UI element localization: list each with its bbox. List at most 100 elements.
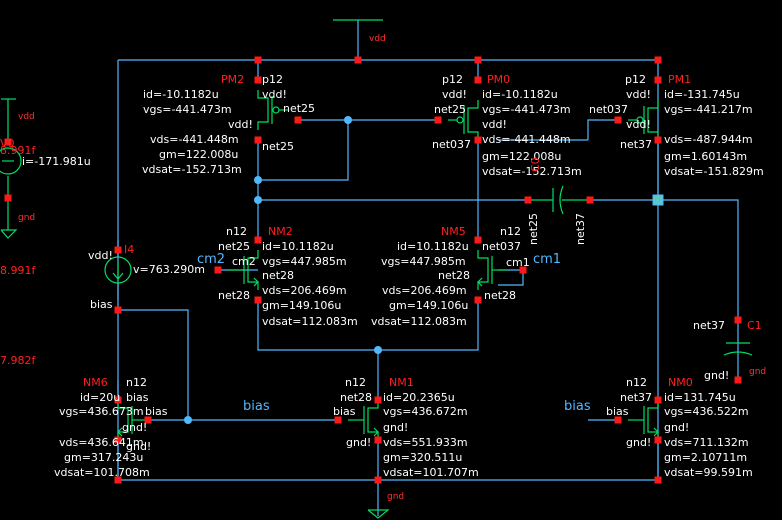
pin <box>374 436 382 444</box>
left-gnd-symbol <box>0 229 18 239</box>
selected-junction <box>652 194 664 206</box>
nm6-bulk-pin: gnd! <box>122 421 148 434</box>
pm1-bulk-model: p12 <box>625 73 646 86</box>
nm1-gm: gm=320.511u <box>383 451 463 464</box>
net-label-cm2[interactable]: cm2 <box>197 253 225 266</box>
nm5-vds: vds=206.469m <box>382 284 467 297</box>
c0-left-net: net25 <box>527 212 540 245</box>
pin <box>254 236 262 244</box>
pm1-gate-net: net037 <box>589 103 629 116</box>
left-value-2: 8.991f <box>0 264 36 277</box>
left-vdd-label: vdd <box>18 112 35 122</box>
pm0-source-net: vdd! <box>482 118 507 131</box>
nm1-source-pin: gnd! <box>346 436 372 449</box>
nm5-vdsat: vdsat=112.083m <box>371 315 467 328</box>
pm1-vgs: vgs=-441.217m <box>664 103 753 116</box>
nm6-vdsat: vdsat=101.708m <box>54 466 150 479</box>
nm5-gate-net: cm1 <box>506 256 530 269</box>
nm0-id: id=131.745u <box>664 391 736 404</box>
nm5-bulk-model: n12 <box>500 225 521 238</box>
pm2-vds: vds=-441.448m <box>150 133 239 146</box>
net-label-bias-mid[interactable]: bias <box>243 400 270 413</box>
nm5-gm: gm=149.106u <box>389 299 469 312</box>
nm0-drain-net: net37 <box>620 391 653 404</box>
pm1-gm: gm=1.60143m <box>664 150 748 163</box>
nm6-instance-name: NM6 <box>83 376 108 389</box>
nm0-vgs: vgs=436.522m <box>664 405 749 418</box>
nm2-id: id=10.1182u <box>262 240 334 253</box>
pin <box>214 266 222 274</box>
schematic-canvas[interactable]: vdd V0 8.991f i=-171.981u gnd 8.991f 7.9… <box>0 0 782 520</box>
nm1-vgs: vgs=436.672m <box>383 405 468 418</box>
nm5-bulk-net: net28 <box>438 269 471 282</box>
nm6-bulk-model: n12 <box>126 376 147 389</box>
vdd-label: vdd <box>369 34 386 44</box>
pm1-bulk-pin: vdd! <box>626 88 651 101</box>
c0-right-net: net37 <box>574 212 587 245</box>
pm0-vgs: vgs=-441.473m <box>482 103 571 116</box>
pin <box>614 116 622 124</box>
pm0-bubble <box>456 116 464 124</box>
pm0-id: id=-10.1182u <box>482 88 558 101</box>
pm0-channel <box>467 100 479 140</box>
pm1-drain-net: net37 <box>620 138 653 151</box>
nm6-drain-net: bias <box>126 391 149 404</box>
c1-top-net: net37 <box>693 319 726 332</box>
pin <box>434 116 442 124</box>
net-label-cm1[interactable]: cm1 <box>533 253 561 266</box>
pm1-source-net: vdd! <box>626 118 651 131</box>
nm0-vds: vds=711.132m <box>664 436 749 449</box>
pin <box>114 306 122 314</box>
pm1-id: id=-131.745u <box>664 88 740 101</box>
nm6-id: id=20u <box>80 391 121 404</box>
nm2-instance-name: NM2 <box>268 225 293 238</box>
nm5-drain-net: net037 <box>482 240 522 253</box>
nm2-gm: gm=149.106u <box>262 299 342 312</box>
left-pin-bottom <box>4 194 12 202</box>
pm0-instance-name: PM0 <box>487 73 511 86</box>
pin <box>474 236 482 244</box>
pm2-vgs: vgs=-441.473m <box>143 103 232 116</box>
nm6-gm: gm=317.243u <box>64 451 144 464</box>
pm1-vdsat: vdsat=-151.829m <box>664 165 764 178</box>
junction-dot <box>344 116 352 124</box>
c0-instance-name: C0 <box>529 157 542 172</box>
nm1-instance-name: NM1 <box>389 376 414 389</box>
pin <box>474 56 482 64</box>
pin <box>294 116 302 124</box>
pin <box>654 476 662 484</box>
pm2-vdsat: vdsat=-152.713m <box>142 163 242 176</box>
nm5-vgs: vgs=447.985m <box>381 255 466 268</box>
pm0-gm: gm=122.008u <box>482 150 562 163</box>
pm2-drain-net: net25 <box>262 140 295 153</box>
pin <box>524 196 532 204</box>
pin <box>374 396 382 404</box>
nm0-gm: gm=2.10711m <box>664 451 748 464</box>
net37-to-c1 <box>658 199 739 320</box>
pin <box>586 196 594 204</box>
pm0-bulk-model: p12 <box>442 73 463 86</box>
pin <box>654 136 662 144</box>
i4-voltage: v=763.290m <box>133 263 205 276</box>
junction-dot <box>374 346 382 354</box>
i4-instance-name: I4 <box>124 243 135 256</box>
pin <box>474 296 482 304</box>
c1-instance-name: C1 <box>747 319 762 332</box>
pin <box>254 296 262 304</box>
pm2-id: id=-10.1182u <box>143 88 219 101</box>
nm1-id: id=20.2365u <box>383 391 455 404</box>
pin <box>474 76 482 84</box>
pin <box>254 56 262 64</box>
nm1-gate-net: bias <box>333 405 356 418</box>
net-label-bias-right[interactable]: bias <box>564 400 591 413</box>
nm1-vds: vds=551.933m <box>383 436 468 449</box>
pin <box>354 56 362 64</box>
nm6-vgs: vgs=436.673m <box>59 405 144 418</box>
c1-bottom-pin: gnd! <box>704 369 730 382</box>
pm0-vds: vds=-441.448m <box>482 133 571 146</box>
pin <box>254 76 262 84</box>
nm2-gate-net: cm2 <box>232 255 256 268</box>
pm2-gate-net: net25 <box>283 102 316 115</box>
nm2-bulk-net: net28 <box>262 269 295 282</box>
nm1-vdsat: vdsat=101.707m <box>383 466 479 479</box>
